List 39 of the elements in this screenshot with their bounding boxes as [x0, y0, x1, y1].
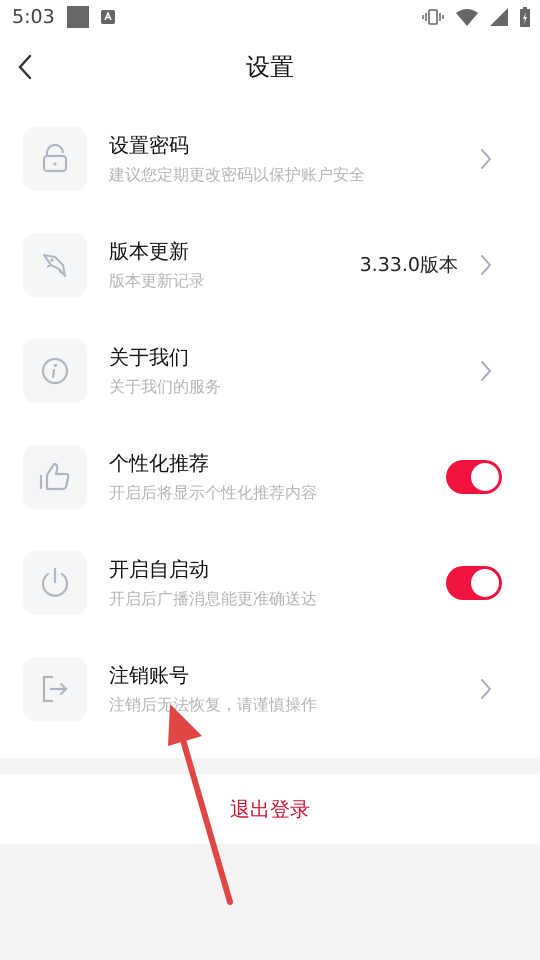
- settings-row[interactable]: 个性化推荐 开启后将显示个性化推荐内容: [0, 424, 540, 530]
- info-icon: [40, 356, 70, 386]
- row-description: 建议您定期更改密码以保护账户安全: [109, 165, 366, 186]
- thumbs-up-icon: [38, 461, 72, 493]
- toggle-switch[interactable]: [446, 460, 502, 494]
- version-label: 3.33.0版本: [360, 253, 458, 278]
- row-title: 注销账号: [109, 662, 190, 689]
- row-title: 关于我们: [109, 344, 190, 371]
- settings-row[interactable]: 开启自启动 开启后广播消息能更准确送达: [0, 530, 540, 636]
- page-title: 设置: [246, 52, 294, 83]
- back-button[interactable]: [16, 52, 34, 82]
- lock-icon: [41, 144, 69, 174]
- row-title: 设置密码: [109, 132, 190, 159]
- chevron-right-icon: [480, 360, 492, 382]
- settings-row[interactable]: 设置密码 建议您定期更改密码以保护账户安全: [0, 106, 540, 212]
- row-description: 版本更新记录: [109, 271, 206, 292]
- notification-icon: [66, 6, 89, 28]
- row-description: 开启后广播消息能更准确送达: [109, 589, 318, 610]
- logout-button[interactable]: 退出登录: [220, 792, 320, 826]
- toggle-switch[interactable]: [446, 566, 502, 600]
- chevron-right-icon: [480, 254, 492, 276]
- row-title: 开启自启动: [109, 556, 210, 583]
- back-icon: [18, 54, 32, 80]
- row-title: 版本更新: [109, 238, 190, 265]
- row-description: 开启后将显示个性化推荐内容: [109, 483, 318, 504]
- battery-icon: [520, 7, 530, 27]
- row-title: 个性化推荐: [109, 450, 210, 477]
- chevron-right-icon: [480, 148, 492, 170]
- wifi-icon: [456, 8, 478, 26]
- chevron-right-icon: [480, 678, 492, 700]
- exit-icon: [41, 674, 69, 704]
- status-time: 5:03: [12, 6, 55, 28]
- settings-row[interactable]: 关于我们 关于我们的服务: [0, 318, 540, 424]
- vibrate-icon: [422, 9, 444, 25]
- settings-row[interactable]: 版本更新 版本更新记录 3.33.0版本: [0, 212, 540, 318]
- rocket-icon: [41, 251, 69, 279]
- row-description: 关于我们的服务: [109, 377, 222, 398]
- signal-icon: [490, 8, 508, 26]
- keyboard-icon: [100, 10, 115, 24]
